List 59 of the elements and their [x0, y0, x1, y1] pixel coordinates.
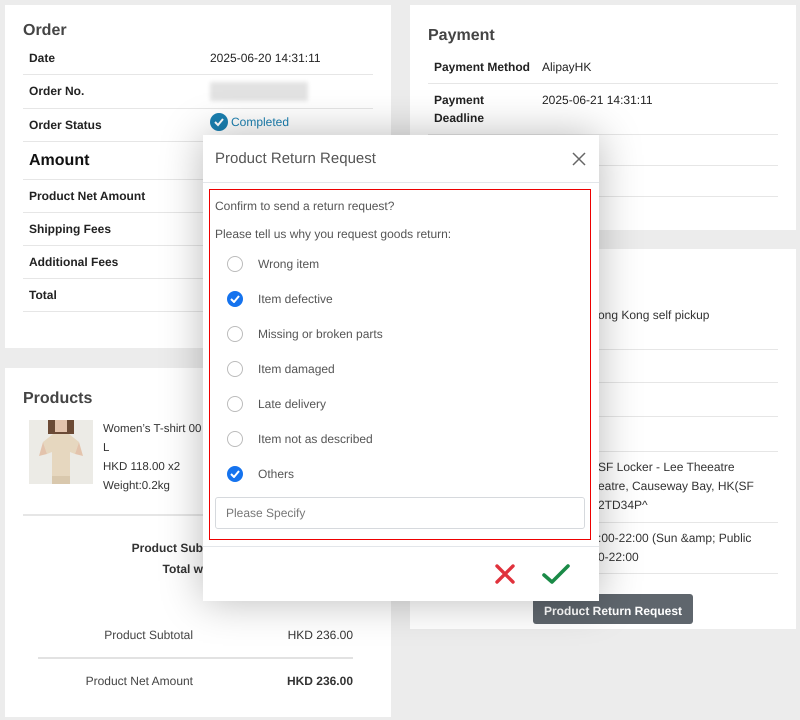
field-value: 2025-06-21 14:31:11	[542, 92, 653, 109]
reason-option[interactable]: Others	[215, 456, 585, 491]
check-icon	[230, 294, 240, 302]
total-value: HKD 236.00	[288, 628, 353, 642]
radio-button[interactable]	[227, 290, 243, 306]
total-value: HKD 236.00	[286, 674, 353, 688]
product-detail: HKD 118.00 x2	[103, 460, 182, 475]
summary-label: Product Sub	[132, 541, 203, 555]
delivery-text: eatre, Causeway Bay, HK(SF	[598, 478, 755, 495]
reason-option[interactable]: Item defective	[215, 281, 585, 316]
delivery-text: 0-22:00	[598, 549, 640, 566]
field-label: Payment Method	[434, 59, 532, 76]
return-request-button[interactable]: Product Return Request	[532, 594, 693, 624]
product-detail: Weight:0.2kg	[103, 479, 171, 494]
field-label: Product Net Amount	[29, 188, 146, 205]
card-title: Order	[23, 22, 67, 40]
radio-button[interactable]	[227, 430, 243, 446]
radio-button[interactable]	[227, 360, 243, 376]
confirm-text: Confirm to send a return request?	[215, 198, 396, 214]
delivery-text: 2TD34P^	[598, 497, 649, 514]
status-text: Completed	[231, 114, 290, 131]
product-detail: Women’s T-shirt 00	[103, 422, 202, 437]
confirm-button[interactable]	[541, 563, 571, 585]
specify-field[interactable]: Please Specify	[215, 497, 585, 529]
cancel-button[interactable]	[494, 563, 516, 585]
reason-option[interactable]: Item damaged	[215, 351, 585, 386]
reason-option[interactable]: Missing or broken parts	[215, 316, 585, 351]
close-icon	[494, 563, 516, 585]
delivery-text: :00-22:00 (Sun &amp; Public	[598, 530, 752, 547]
check-circle-icon	[210, 113, 228, 131]
radio-button[interactable]	[227, 396, 243, 412]
radio-button[interactable]	[227, 256, 243, 272]
reason-option[interactable]: Late delivery	[215, 386, 585, 421]
radio-button[interactable]	[227, 466, 243, 482]
card-title: Products	[23, 390, 92, 408]
product-detail: L	[103, 441, 110, 456]
field-label: Date	[29, 50, 56, 67]
check-icon	[541, 563, 571, 585]
field-label: Shipping Fees	[29, 221, 112, 238]
radio-button[interactable]	[227, 326, 243, 342]
reason-option[interactable]: Item not as described	[215, 421, 585, 456]
field-label: Order Status	[29, 117, 103, 134]
field-value: AlipayHK	[542, 59, 592, 76]
field-value: 2025-06-20 14:31:11	[210, 50, 321, 67]
reason-option[interactable]: Wrong item	[215, 246, 585, 281]
field-label: Additional Fees	[29, 254, 120, 271]
delivery-text: ong Kong self pickup	[598, 307, 710, 324]
check-icon	[230, 470, 240, 478]
close-button[interactable]	[571, 150, 587, 166]
total-label: Product Subtotal	[103, 628, 193, 642]
dialog-title: Product Return Request	[215, 150, 376, 167]
total-label: Product Net Amount	[84, 674, 193, 688]
field-label: Payment Deadline	[434, 92, 486, 127]
summary-label: Total w	[162, 562, 203, 576]
delivery-text: SF Locker - Lee Theeatre	[598, 459, 736, 476]
field-label: Total	[29, 287, 58, 304]
card-title: Payment	[428, 27, 495, 45]
field-label: Order No.	[29, 83, 86, 100]
prompt-text: Please tell us why you request goods return:	[215, 226, 452, 242]
